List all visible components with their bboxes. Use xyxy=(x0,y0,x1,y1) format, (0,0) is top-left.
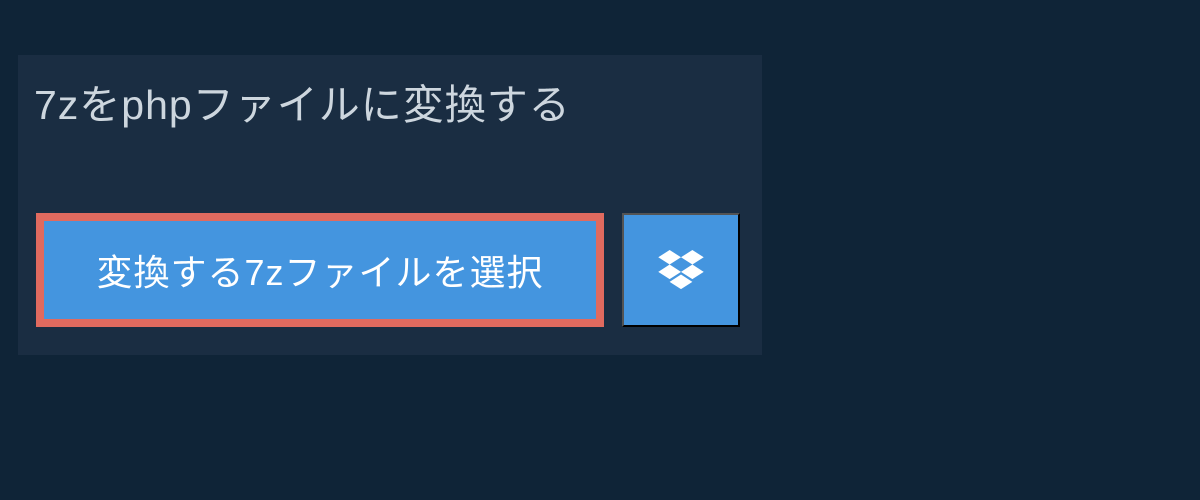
title-bar: 7zをphpファイルに変換する xyxy=(18,55,762,131)
converter-panel: 7zをphpファイルに変換する 変換する7zファイルを選択 xyxy=(18,55,762,355)
button-row: 変換する7zファイルを選択 xyxy=(36,213,740,327)
page-title: 7zをphpファイルに変換する xyxy=(34,71,742,131)
select-file-label: 変換する7zファイルを選択 xyxy=(96,244,543,296)
dropbox-icon xyxy=(658,250,704,290)
select-file-button[interactable]: 変換する7zファイルを選択 xyxy=(36,213,604,327)
dropbox-button[interactable] xyxy=(622,213,740,327)
